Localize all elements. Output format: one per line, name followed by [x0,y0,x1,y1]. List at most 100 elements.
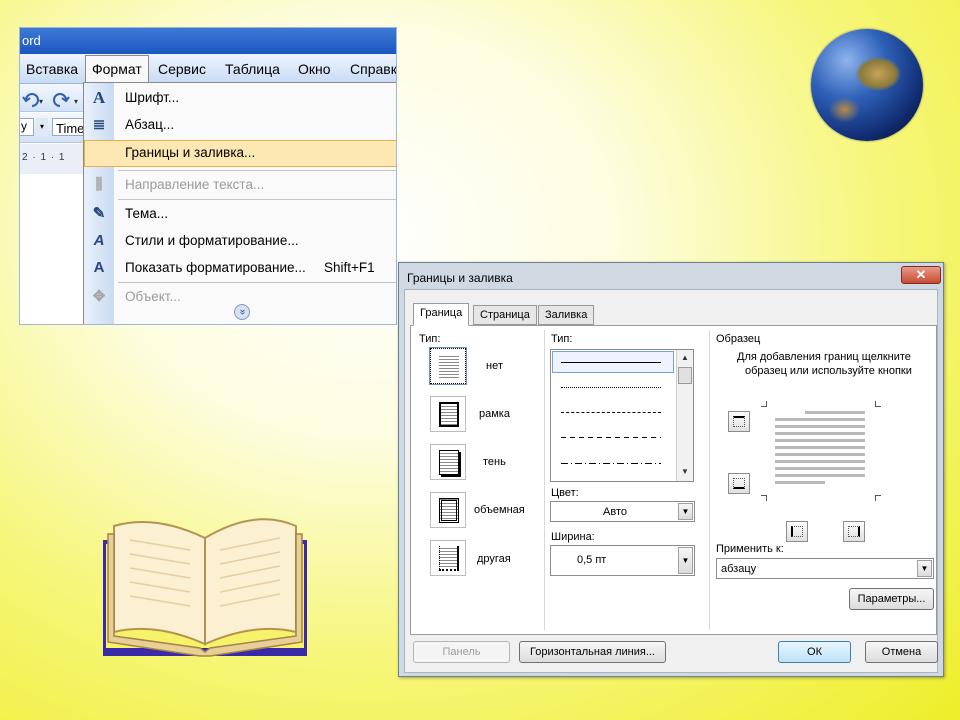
line-style-dotted[interactable] [561,387,661,388]
page-lines-icon [439,354,459,379]
preset-none[interactable] [429,347,467,385]
preview-line [775,418,865,421]
style-dropdown-icon[interactable]: ▾ [36,118,48,136]
border-preview[interactable] [761,401,881,501]
chevron-down-icon[interactable]: ▼ [678,503,693,520]
preview-line [775,474,865,477]
menu-item-paragraph[interactable]: ≣ Абзац... [84,112,396,139]
preview-line [775,481,825,484]
menu-item-label: Шрифт... [125,90,180,105]
setting-label: Тип: [419,333,441,345]
line-style-scrollbar[interactable]: ▲ ▼ [676,350,693,481]
menu-separator [118,170,396,171]
preset-box[interactable] [430,396,466,432]
redo-dropdown-icon[interactable]: ▾ [74,97,78,106]
reveal-formatting-icon: A [93,259,105,276]
preview-line [775,453,865,456]
style-label: Тип: [551,333,573,345]
top-border-button[interactable] [728,411,750,432]
right-border-button[interactable] [843,521,865,542]
preset-label-3d: объемная [474,504,525,516]
menu-item-font[interactable]: A Шрифт... [84,85,396,112]
menu-help[interactable]: Справк [350,61,396,77]
page-shadow-icon [439,450,459,475]
word-document-area[interactable] [20,175,84,324]
menu-separator [118,282,396,283]
menu-table[interactable]: Таблица [225,61,280,77]
horizontal-line-button[interactable]: Горизонтальная линия... [519,641,666,663]
ruler-text: 2 · 1 · 1 [22,152,66,163]
borders-icon [91,145,109,163]
line-style-dashed-small[interactable] [561,412,661,413]
menu-item-reveal-formatting[interactable]: A Показать форматирование... Shift+F1 [84,255,396,282]
dialog-title: Границы и заливка [407,271,513,285]
page-3d-icon [439,498,459,523]
font-icon: A [92,88,106,107]
color-select[interactable]: Авто ▼ [550,501,695,522]
menu-tools[interactable]: Сервис [158,61,206,77]
width-value: 0,5 пт [577,554,607,566]
expand-menu-chevron-icon[interactable]: » [234,304,250,320]
line-style-list[interactable]: ▲ ▼ [550,349,694,482]
menu-format[interactable]: Формат [85,55,149,84]
redo-icon[interactable] [53,93,70,107]
open-book-icon [103,518,307,657]
line-style-dashed[interactable] [561,437,661,438]
menu-item-theme[interactable]: ✎ Тема... [84,201,396,228]
menu-item-borders-and-shading[interactable]: Границы и заливка... [84,140,396,167]
borders-and-shading-dialog: Границы и заливка ✕ Граница Страница Зал… [398,262,944,677]
style-box[interactable]: у [20,118,34,136]
menu-item-label: Показать форматирование... [125,260,306,275]
menu-insert[interactable]: Вставка [26,61,78,77]
menu-item-label: Границы и заливка... [125,145,256,160]
chevron-down-icon[interactable]: ▼ [678,547,693,574]
column-divider [709,330,710,630]
styles-icon: A [93,232,105,249]
tab-page-border[interactable]: Страница [473,305,537,325]
color-value: Авто [603,506,627,518]
scroll-up-icon[interactable]: ▲ [678,351,692,365]
chevron-down-icon[interactable]: ▼ [917,560,932,577]
close-icon[interactable]: ✕ [901,266,941,284]
preview-label: Образец [716,333,761,345]
menu-window[interactable]: Окно [298,61,331,77]
apply-to-select[interactable]: абзацу ▼ [716,558,934,579]
scroll-thumb[interactable] [678,367,692,384]
theme-icon: ✎ [92,205,106,222]
preview-corner [875,495,881,501]
preview-corner [875,401,881,407]
undo-icon[interactable] [22,93,39,107]
line-style-dash-dot[interactable] [561,463,661,464]
line-style-solid[interactable] [561,362,661,363]
width-label: Ширина: [551,531,595,543]
ok-button[interactable]: ОК [778,641,851,663]
word-menubar: Вставка Формат Сервис Таблица Окно Справ… [20,54,396,84]
width-select[interactable]: 0,5 пт ▼ [550,545,695,576]
bottom-border-button[interactable] [728,473,750,494]
left-border-button[interactable] [786,521,808,542]
preview-line [775,460,865,463]
preset-label-none: нет [486,360,503,372]
preview-line [775,425,865,428]
tab-border[interactable]: Граница [413,303,470,326]
tab-shading[interactable]: Заливка [538,305,595,325]
word-ruler: 2 · 1 · 1 [20,144,84,174]
menu-item-text-direction: ⫼ Направление текста... [84,172,396,199]
dialog-body: Граница Страница Заливка Тип: нет рамка … [404,289,938,673]
globe-icon [811,29,923,141]
menu-item-styles-and-formatting[interactable]: A Стили и форматирование... [84,228,396,255]
preview-line [775,432,865,435]
options-button[interactable]: Параметры... [849,588,934,610]
menu-item-label: Направление текста... [125,177,265,192]
column-divider [544,330,545,630]
word-screenshot: ord Вставка Формат Сервис Таблица Окно С… [19,27,397,325]
preview-corner [761,495,767,501]
scroll-down-icon[interactable]: ▼ [678,465,692,479]
page-custom-icon [439,546,459,571]
preset-shadow[interactable] [430,444,466,480]
preview-line [775,446,865,449]
cancel-button[interactable]: Отмена [865,641,938,663]
preset-3d[interactable] [430,492,466,528]
preset-custom[interactable] [430,540,466,576]
undo-dropdown-icon[interactable]: ▾ [39,97,43,106]
